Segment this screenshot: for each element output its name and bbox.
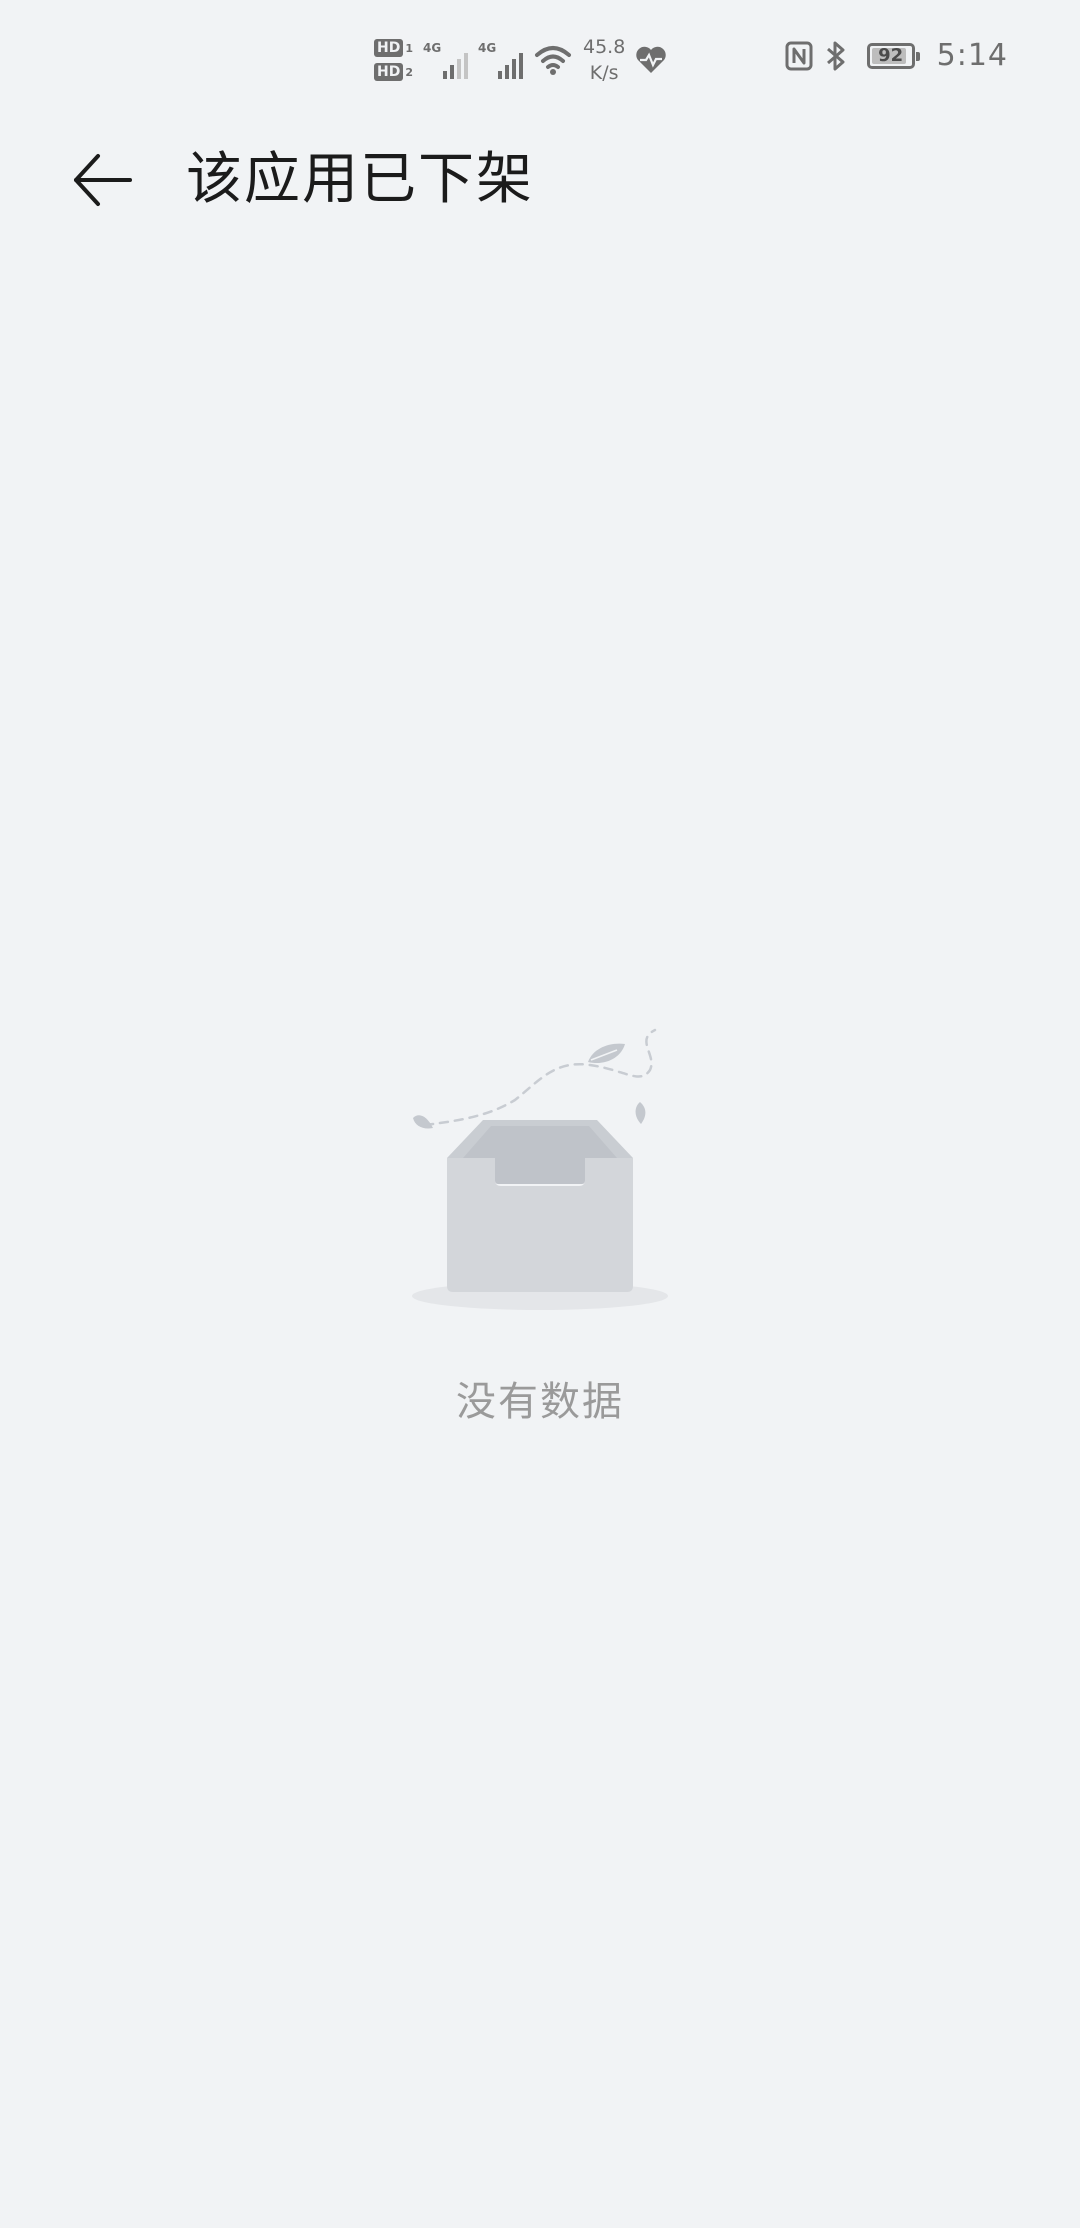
screen: HD 1 HD 2 4G 4G 45.8 K/s 92 5:14 该应用已下架 … <box>0 0 1080 2228</box>
status-bar-right: 92 5:14 <box>785 38 1008 73</box>
leaf-icon <box>413 1115 433 1129</box>
empty-state: 没有数据 <box>0 1020 1080 1426</box>
network-speed-value: 45.8 <box>583 36 626 58</box>
page-title: 该应用已下架 <box>186 147 534 212</box>
status-bar-left: HD 1 HD 2 4G 4G 45.8 K/s <box>374 30 667 90</box>
empty-message: 没有数据 <box>456 1379 624 1425</box>
back-arrow-icon <box>74 154 132 206</box>
sim2-number: 2 <box>405 65 413 79</box>
heart-health-icon <box>636 46 667 73</box>
network-speed: 45.8 K/s <box>583 34 625 86</box>
app-bar: 该应用已下架 <box>0 130 1080 230</box>
hd-icon: HD <box>374 63 404 81</box>
signal1-bars <box>443 53 468 79</box>
signal-icon: 4G <box>423 41 468 79</box>
signal1-network-type: 4G <box>423 41 442 55</box>
signal2-network-type: 4G <box>478 41 497 55</box>
bluetooth-icon <box>826 41 845 70</box>
network-speed-unit: K/s <box>589 62 619 84</box>
back-button[interactable] <box>60 144 144 216</box>
hd-badge-sim2: HD 2 <box>374 63 413 81</box>
wifi-icon <box>535 46 571 75</box>
empty-inbox-illustration <box>412 1028 668 1310</box>
hd-icon: HD <box>374 39 404 57</box>
sim1-number: 1 <box>405 41 413 55</box>
leaf-icon <box>635 1102 646 1124</box>
signal-icon: 4G <box>478 41 523 79</box>
hd-badge-sim1: HD 1 <box>374 39 413 57</box>
nfc-icon <box>785 41 813 70</box>
status-bar: HD 1 HD 2 4G 4G 45.8 K/s 92 5:14 <box>0 0 1080 110</box>
status-time: 5:14 <box>936 38 1008 73</box>
signal2-bars <box>498 53 523 79</box>
battery-level: 92 <box>878 44 904 66</box>
hd-indicators: HD 1 HD 2 <box>374 39 413 81</box>
battery-icon: 92 <box>866 42 920 69</box>
